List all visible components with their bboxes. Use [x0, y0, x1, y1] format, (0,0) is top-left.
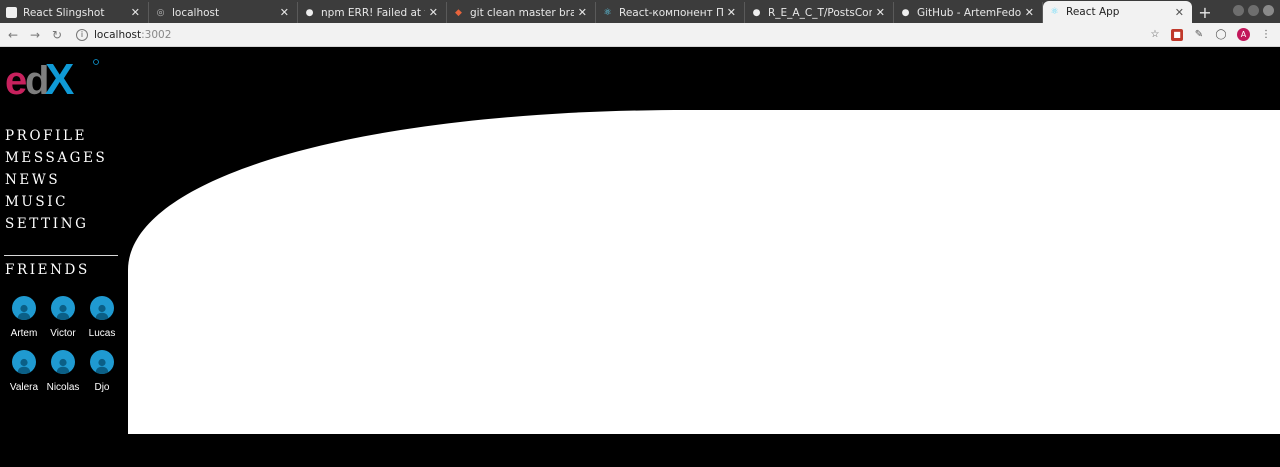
forward-button[interactable]: → [26, 26, 44, 44]
extension-red-icon[interactable]: ■ [1171, 28, 1183, 41]
close-tab-icon[interactable]: ✕ [131, 6, 140, 19]
maximize-window-button[interactable] [1248, 5, 1259, 16]
bookmark-star-icon[interactable]: ☆ [1149, 29, 1161, 41]
menu-kebab-icon[interactable]: ⋮ [1260, 29, 1272, 41]
nav-link-music[interactable]: MUSIC [5, 191, 107, 213]
address-bar[interactable]: i localhost:3002 [76, 25, 1149, 45]
friend-item[interactable]: Valera [6, 350, 42, 395]
user-avatar-icon [90, 350, 114, 374]
friend-name: Artem [10, 328, 38, 339]
url-port: :3002 [141, 28, 172, 41]
user-avatar-icon [12, 350, 36, 374]
user-avatar-icon [51, 296, 75, 320]
nav-link-messages[interactable]: MESSAGES [5, 147, 107, 169]
browser-tab[interactable]: ⚛ React-компонент Пане ✕ [596, 2, 745, 23]
browser-tab-strip: React Slingshot ✕ ◎ localhost ✕ ● npm ERR! Fai… [0, 0, 1280, 23]
friend-item[interactable]: Victor [42, 296, 84, 341]
tab-title: npm ERR! Failed at the [321, 6, 425, 19]
edx-logo: e d X [5, 58, 99, 100]
tab-title: React Slingshot [23, 6, 105, 19]
friend-name: Victor [50, 328, 76, 339]
friend-item[interactable]: Artem [6, 296, 42, 341]
browser-tab[interactable]: ⚛ React App ✕ [1043, 1, 1192, 23]
user-avatar-icon [12, 296, 36, 320]
friend-item[interactable]: Nicolas [42, 350, 84, 395]
sidebar-divider [4, 255, 118, 256]
github-icon: ● [752, 7, 761, 18]
tab-title: git clean master branch [470, 6, 574, 19]
friend-name: Lucas [88, 328, 116, 339]
arrow-left-icon: ← [7, 27, 19, 42]
sidebar-nav: PROFILE MESSAGES NEWS MUSIC SETTING [5, 125, 107, 235]
app-page: e d X PROFILE MESSAGES NEWS MUSIC SETTING FR… [0, 48, 1280, 467]
url-host: localhost [94, 28, 142, 41]
extension-circle-icon[interactable]: ◯ [1215, 29, 1227, 41]
github-icon: ● [901, 7, 910, 18]
close-window-button[interactable] [1263, 5, 1274, 16]
friend-item[interactable]: Djo [84, 350, 120, 395]
content-panel [128, 110, 1280, 434]
friends-title: FRIENDS [5, 262, 90, 278]
user-avatar-icon [51, 350, 75, 374]
tab-title: localhost [172, 6, 220, 19]
react-icon: ⚛ [1050, 7, 1059, 17]
git-icon: ◆ [455, 7, 462, 18]
friends-list: Artem Victor Lucas Valera Nicolas Djo [6, 296, 124, 395]
back-button[interactable]: ← [4, 26, 22, 44]
extension-pencil-icon[interactable]: ✎ [1193, 29, 1205, 41]
new-tab-button[interactable]: + [1192, 2, 1218, 23]
nav-link-setting[interactable]: SETTING [5, 213, 107, 235]
browser-tab[interactable]: React Slingshot ✕ [0, 2, 149, 23]
window-controls [1233, 5, 1274, 16]
svg-text:X: X [45, 58, 74, 100]
browser-tab[interactable]: ● R_E_A_C_T/PostsConta ✕ [745, 2, 894, 23]
close-tab-icon[interactable]: ✕ [1025, 6, 1034, 19]
extensions-area: ☆ ■ ✎ ◯ A ⋮ [1149, 28, 1272, 41]
arrow-right-icon: → [29, 27, 41, 42]
browser-tab[interactable]: ● GitHub - ArtemFedorch ✕ [894, 2, 1043, 23]
react-icon: ⚛ [603, 7, 612, 18]
close-tab-icon[interactable]: ✕ [578, 6, 587, 19]
close-tab-icon[interactable]: ✕ [280, 6, 289, 19]
close-tab-icon[interactable]: ✕ [1175, 6, 1184, 19]
square-page-icon [6, 7, 17, 18]
nav-link-news[interactable]: NEWS [5, 169, 107, 191]
tab-title: React-компонент Пане [619, 6, 723, 19]
svg-text:e: e [5, 59, 27, 100]
browser-tab[interactable]: ● npm ERR! Failed at the ✕ [298, 2, 447, 23]
tab-title: React App [1066, 6, 1120, 18]
profile-avatar-button[interactable]: A [1237, 28, 1250, 41]
minimize-window-button[interactable] [1233, 5, 1244, 16]
user-avatar-icon [90, 296, 114, 320]
github-icon: ● [305, 7, 314, 18]
reload-icon: ↻ [51, 27, 63, 42]
tab-title: R_E_A_C_T/PostsConta [768, 6, 872, 19]
friend-name: Valera [9, 382, 39, 393]
browser-tab[interactable]: ◆ git clean master branch ✕ [447, 2, 596, 23]
close-tab-icon[interactable]: ✕ [727, 6, 736, 19]
browser-toolbar: ← → ↻ i localhost:3002 ☆ ■ ✎ ◯ A ⋮ [0, 23, 1280, 47]
tab-title: GitHub - ArtemFedorch [917, 6, 1021, 19]
close-tab-icon[interactable]: ✕ [876, 6, 885, 19]
friend-name: Djo [94, 382, 110, 393]
friend-item[interactable]: Lucas [84, 296, 120, 341]
nav-link-profile[interactable]: PROFILE [5, 125, 107, 147]
reload-button[interactable]: ↻ [48, 26, 66, 44]
browser-tab[interactable]: ◎ localhost ✕ [149, 2, 298, 23]
info-icon[interactable]: i [76, 28, 88, 41]
friend-name: Nicolas [46, 382, 80, 393]
close-tab-icon[interactable]: ✕ [429, 6, 438, 19]
globe-icon: ◎ [156, 7, 165, 18]
